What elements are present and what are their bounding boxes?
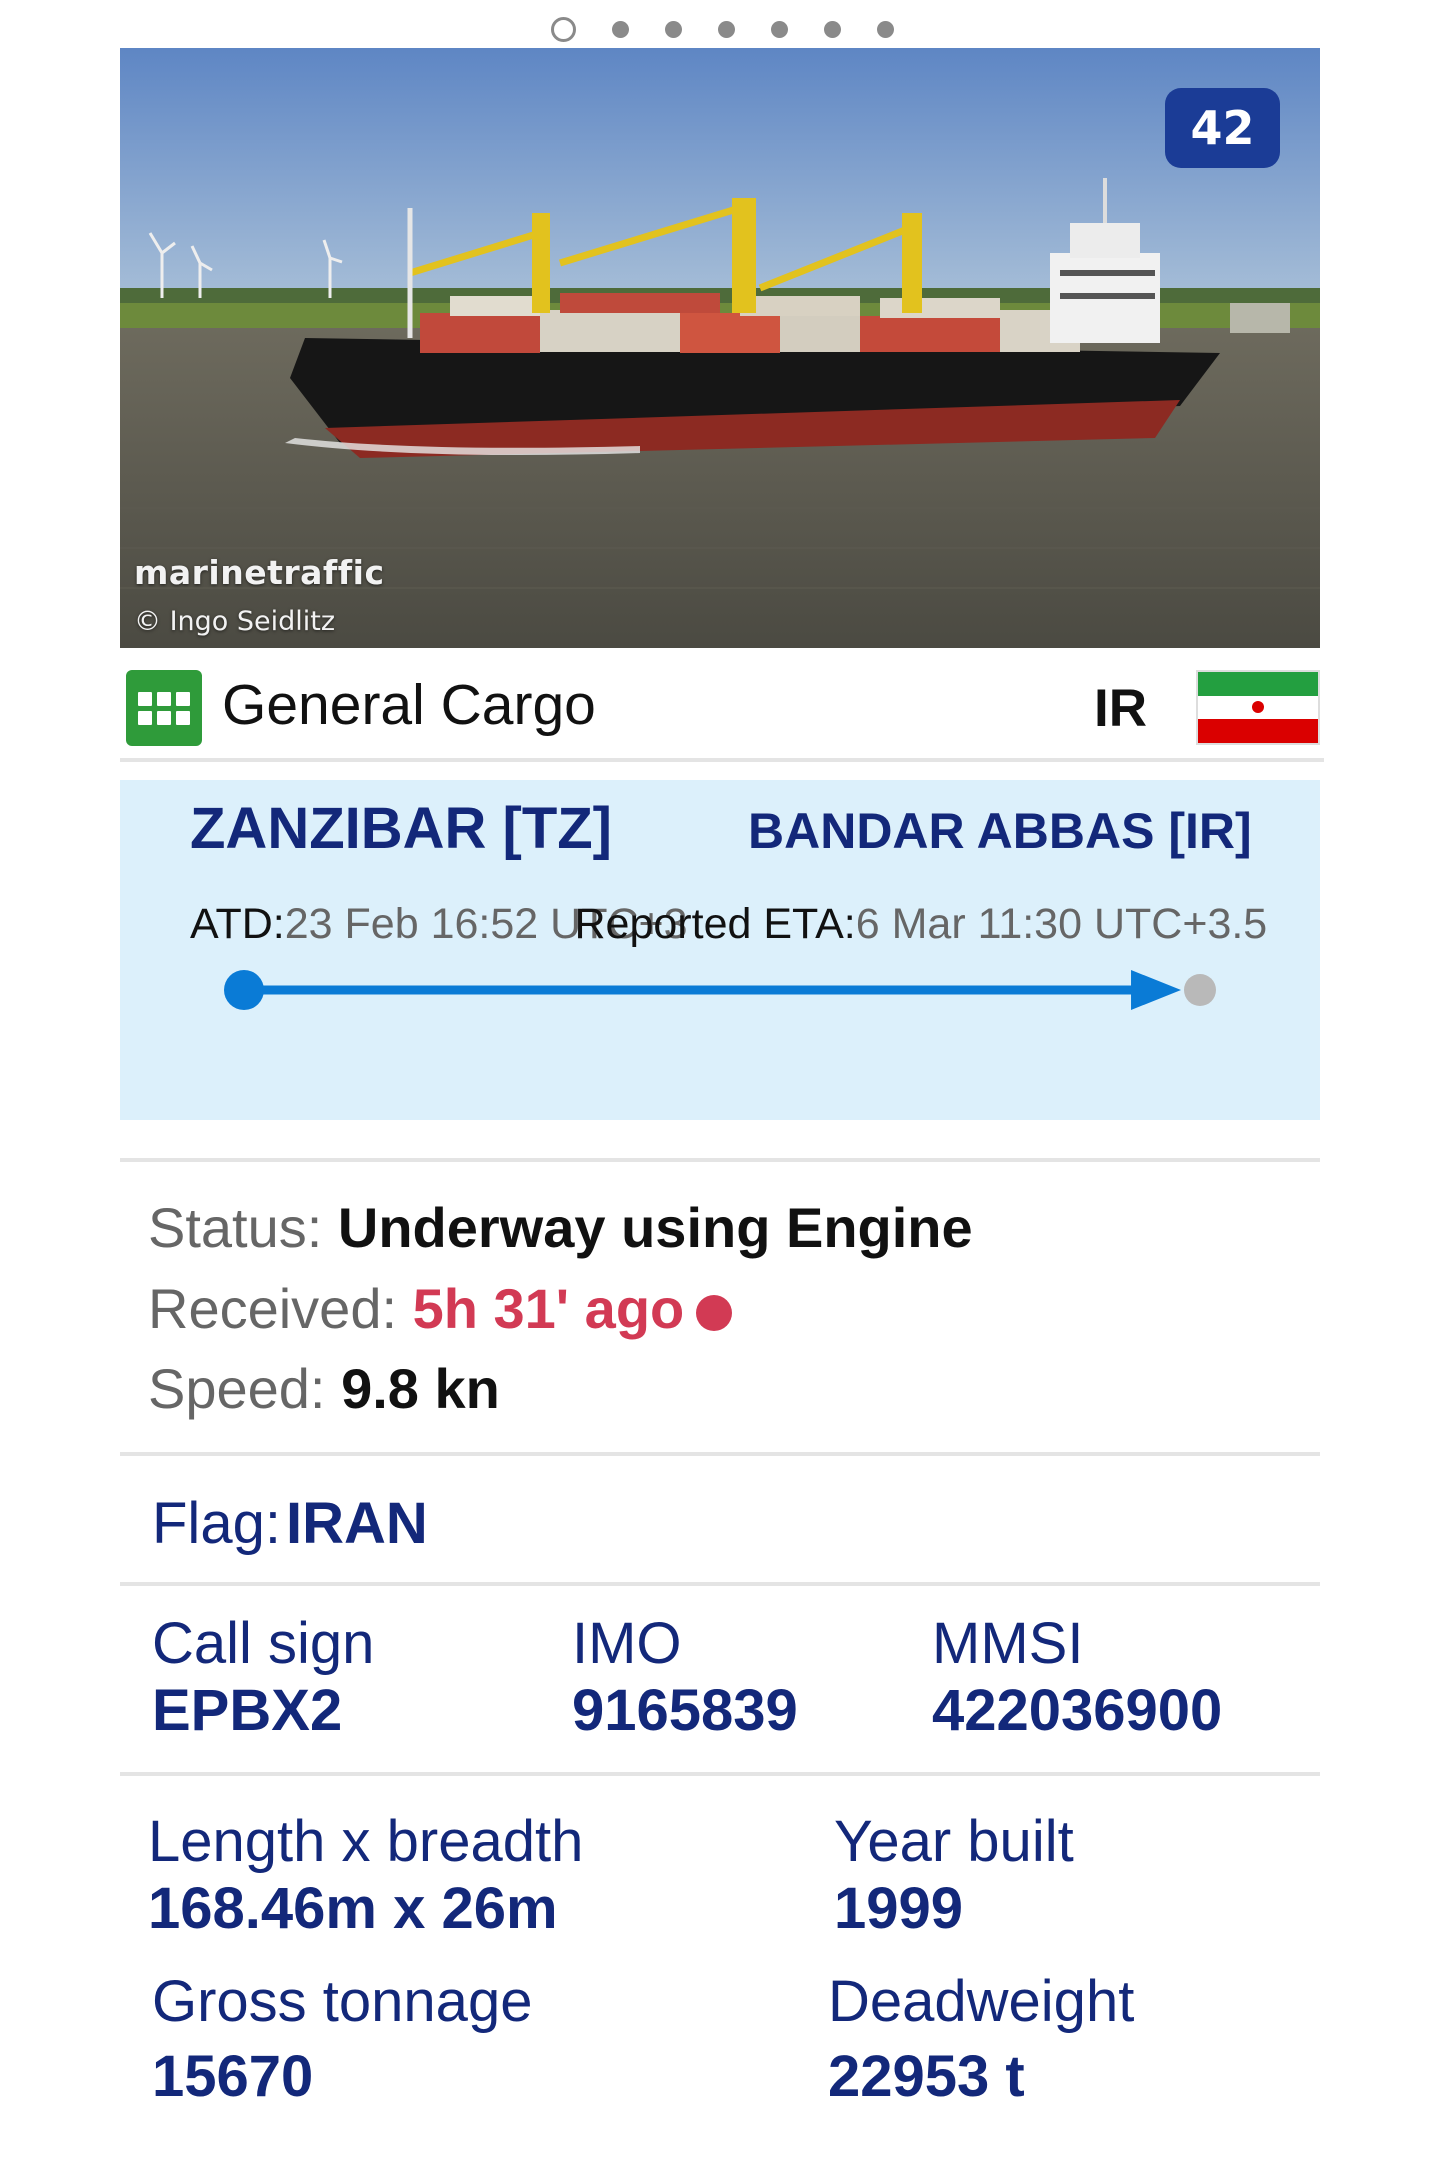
length-block: Length x breadth 168.46m x 26m [148,1808,583,1942]
pager-dot-6[interactable] [823,20,841,38]
deadweight-label: Deadweight [828,1969,1135,2034]
iran-flag-icon [1196,670,1320,745]
year-value: 1999 [834,1876,964,1941]
vessel-position-arrow-icon [1131,970,1182,1010]
callsign-block: Call sign EPBX2 [152,1610,374,1744]
voyage-panel: ZANZIBAR [TZ] BANDAR ABBAS [IR] ATD:23 F… [120,780,1320,1120]
mmsi-value: 422036900 [932,1678,1223,1743]
gross-tonnage-label: Gross tonnage [152,1969,533,2034]
year-label: Year built [834,1809,1074,1874]
pager-dot-5[interactable] [770,20,788,38]
divider [120,1158,1320,1162]
photo-pager[interactable] [0,14,1440,44]
arrival-port[interactable]: BANDAR ABBAS [IR] [748,802,1252,860]
watermark-logo: marinetraffic [134,553,385,592]
deadweight-block: Deadweight 22953 t [828,1968,1134,2110]
divider [120,1772,1320,1776]
callsign-value: EPBX2 [152,1678,343,1743]
pager-dot-2[interactable] [611,20,629,38]
pager-dot-7[interactable] [876,20,894,38]
pager-dot-3[interactable] [664,20,682,38]
eta-label: Reported ETA: [574,900,856,948]
gross-tonnage-block: Gross tonnage 15670 [152,1968,532,2110]
vessel-type-row: General Cargo IR [120,650,1324,762]
photo-count-badge: 42 [1165,88,1280,168]
gross-tonnage-value: 15670 [152,2044,314,2109]
destination-marker [1184,974,1216,1006]
voyage-progress-track [224,970,1216,1010]
status-label: Status: [148,1196,323,1259]
flag-value: IRAN [286,1491,428,1556]
speed-label: Speed: [148,1357,326,1420]
mmsi-block: MMSI 422036900 [932,1610,1222,1744]
imo-block: IMO 9165839 [572,1610,798,1744]
mmsi-label: MMSI [932,1611,1084,1676]
departure-port[interactable]: ZANZIBAR [TZ] [190,795,612,862]
pager-dot-1[interactable] [550,16,576,42]
year-block: Year built 1999 [834,1808,1074,1942]
eta-value: 6 Mar 11:30 UTC+3.5 [855,900,1268,948]
status-value: Underway using Engine [337,1196,973,1259]
length-value: 168.46m x 26m [148,1876,558,1941]
vessel-type-label: General Cargo [222,673,596,737]
divider [120,1582,1320,1586]
flag-label: Flag: [152,1491,281,1556]
atd-label: ATD: [190,900,285,948]
origin-marker [224,970,264,1010]
status-line: Status: Underway using Engine [148,1195,973,1260]
cargo-type-icon [126,670,202,746]
country-code: IR [1094,679,1147,738]
photo-credit: © Ingo Seidlitz [134,606,336,637]
voyage-times: ATD:23 Feb 16:52 UTC+3 Reported ETA:6 Ma… [190,900,1392,949]
divider [120,1452,1320,1456]
imo-value: 9165839 [572,1678,798,1743]
speed-value: 9.8 kn [341,1357,500,1420]
pager-dot-4[interactable] [717,20,735,38]
received-label: Received: [148,1277,398,1340]
speed-line: Speed: 9.8 kn [148,1356,500,1421]
vessel-photo[interactable]: 42 marinetraffic © Ingo Seidlitz [120,48,1320,648]
imo-label: IMO [572,1611,682,1676]
flag-line: Flag: IRAN [152,1490,428,1557]
callsign-label: Call sign [152,1611,375,1676]
live-status-dot-icon [696,1295,733,1332]
deadweight-value: 22953 t [828,2044,1025,2109]
received-line: Received: 5h 31' ago [148,1276,733,1341]
length-label: Length x breadth [148,1809,584,1874]
received-value: 5h 31' ago [412,1277,685,1340]
